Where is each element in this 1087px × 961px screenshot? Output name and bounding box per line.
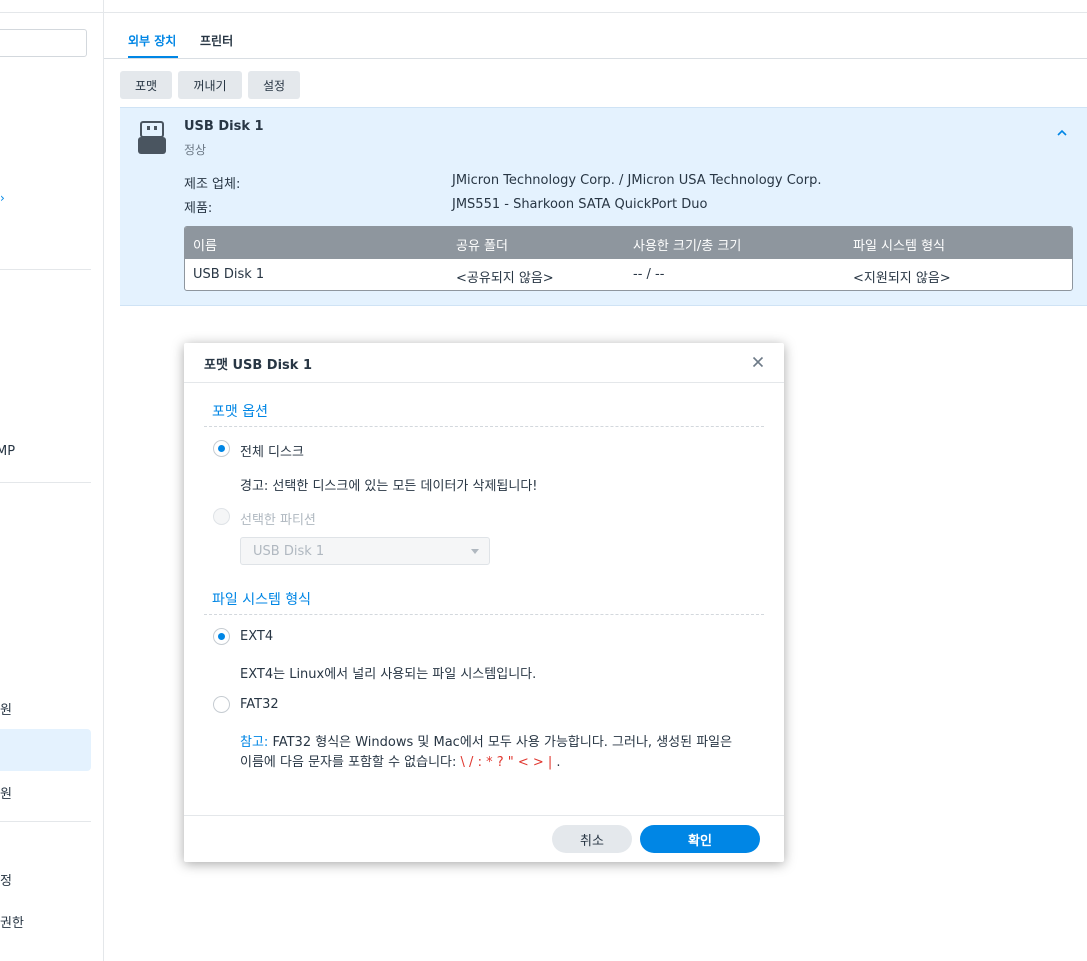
column-header[interactable]: 이름 <box>193 235 217 254</box>
product-value: JMS551 - Sharkoon SATA QuickPort Duo <box>452 197 708 212</box>
fat32-radio[interactable] <box>213 696 230 713</box>
column-header[interactable]: 파일 시스템 형식 <box>853 235 945 254</box>
partition-select[interactable]: USB Disk 1 <box>240 537 490 565</box>
fat32-note-line2: 이름에 다음 문자를 포함할 수 없습니다: \ / : * ? " < > |… <box>240 751 561 770</box>
eject-button[interactable]: 꺼내기 <box>178 71 242 99</box>
dialog-footer-divider <box>184 815 784 816</box>
confirm-button[interactable]: 확인 <box>640 825 760 853</box>
format-button[interactable]: 포맷 <box>120 71 172 99</box>
fat32-label[interactable]: FAT32 <box>240 697 279 712</box>
dialog-title: 포맷 USB Disk 1 <box>204 358 313 373</box>
ext4-label[interactable]: EXT4 <box>240 629 273 644</box>
whole-disk-label[interactable]: 전체 디스크 <box>240 441 304 460</box>
note-label: 참고: <box>240 735 269 750</box>
sidebar: › MP 원 원 정 권한 <box>0 0 104 961</box>
section-divider <box>204 614 764 615</box>
sidebar-item-4[interactable]: 권한 <box>0 912 24 931</box>
partition-radio[interactable] <box>213 508 230 525</box>
sidebar-divider <box>0 482 91 483</box>
table-cell[interactable]: USB Disk 1 <box>193 267 264 282</box>
manufacturer-label: 제조 업체: <box>184 177 241 192</box>
partition-label[interactable]: 선택한 파티션 <box>240 509 316 528</box>
sidebar-item-2[interactable]: 원 <box>0 783 12 802</box>
column-header[interactable]: 사용한 크기/총 크기 <box>633 235 741 254</box>
table-cell[interactable]: <지원되지 않음> <box>853 267 951 286</box>
manufacturer-value: JMicron Technology Corp. / JMicron USA T… <box>452 173 822 188</box>
ext4-radio[interactable] <box>213 628 230 645</box>
cancel-button[interactable]: 취소 <box>552 825 632 853</box>
chevron-down-icon <box>471 549 479 554</box>
settings-button[interactable]: 설정 <box>248 71 300 99</box>
sidebar-top-divider <box>0 12 103 13</box>
device-name: USB Disk 1 <box>184 119 264 134</box>
sidebar-item-3[interactable]: 정 <box>0 870 12 889</box>
note-text-2: 이름에 다음 문자를 포함할 수 없습니다: <box>240 755 461 770</box>
top-divider <box>104 12 1087 13</box>
sidebar-search-input[interactable] <box>0 29 87 57</box>
close-icon[interactable] <box>750 354 766 370</box>
table-cell[interactable]: <공유되지 않음> <box>456 267 554 286</box>
whole-disk-radio[interactable] <box>213 440 230 457</box>
note-end: . <box>552 755 561 770</box>
delete-warning-text: 경고: 선택한 디스크에 있는 모든 데이터가 삭제됩니다! <box>240 479 538 494</box>
section-divider <box>204 426 764 427</box>
filesystem-title: 파일 시스템 형식 <box>212 592 312 608</box>
chevron-up-icon[interactable] <box>1055 126 1069 140</box>
note-text: FAT32 형식은 Windows 및 Mac에서 모두 사용 가능합니다. 그… <box>268 735 733 750</box>
ext4-description: EXT4는 Linux에서 널리 사용되는 파일 시스템입니다. <box>240 667 537 682</box>
sidebar-divider <box>0 821 91 822</box>
device-panel[interactable]: USB Disk 1 정상 제조 업체: JMicron Technology … <box>120 107 1087 306</box>
usb-drive-icon <box>138 121 166 154</box>
format-options-title: 포맷 옵션 <box>212 404 268 420</box>
sidebar-item-snmp[interactable]: MP <box>0 444 15 459</box>
fat32-note: 참고: FAT32 형식은 Windows 및 Mac에서 모두 사용 가능합니… <box>240 731 732 750</box>
product-label: 제품: <box>184 201 213 216</box>
format-dialog: 포맷 USB Disk 1 포맷 옵션 전체 디스크 경고: 선택한 디스크에 … <box>184 343 784 862</box>
active-tab-indicator <box>128 56 178 58</box>
sidebar-divider <box>0 269 91 270</box>
sidebar-item-selected[interactable] <box>0 729 91 771</box>
table-header: 이름 공유 폴더 사용한 크기/총 크기 파일 시스템 형식 <box>185 227 1072 259</box>
sidebar-item-1[interactable]: 원 <box>0 699 12 718</box>
tab-bar: 외부 장치 프린터 <box>104 14 1087 59</box>
forbidden-chars: \ / : * ? " < > | <box>460 755 553 770</box>
table-cell[interactable]: -- / -- <box>633 267 664 282</box>
dialog-header-divider <box>184 382 784 383</box>
column-header[interactable]: 공유 폴더 <box>456 235 508 254</box>
tab-external-devices[interactable]: 외부 장치 <box>128 32 176 49</box>
tab-printer[interactable]: 프린터 <box>200 32 233 49</box>
partition-select-value: USB Disk 1 <box>253 544 325 559</box>
sidebar-expand-icon[interactable]: › <box>0 191 5 205</box>
device-status: 정상 <box>184 143 207 157</box>
partition-table: 이름 공유 폴더 사용한 크기/총 크기 파일 시스템 형식 USB Disk … <box>184 226 1073 291</box>
